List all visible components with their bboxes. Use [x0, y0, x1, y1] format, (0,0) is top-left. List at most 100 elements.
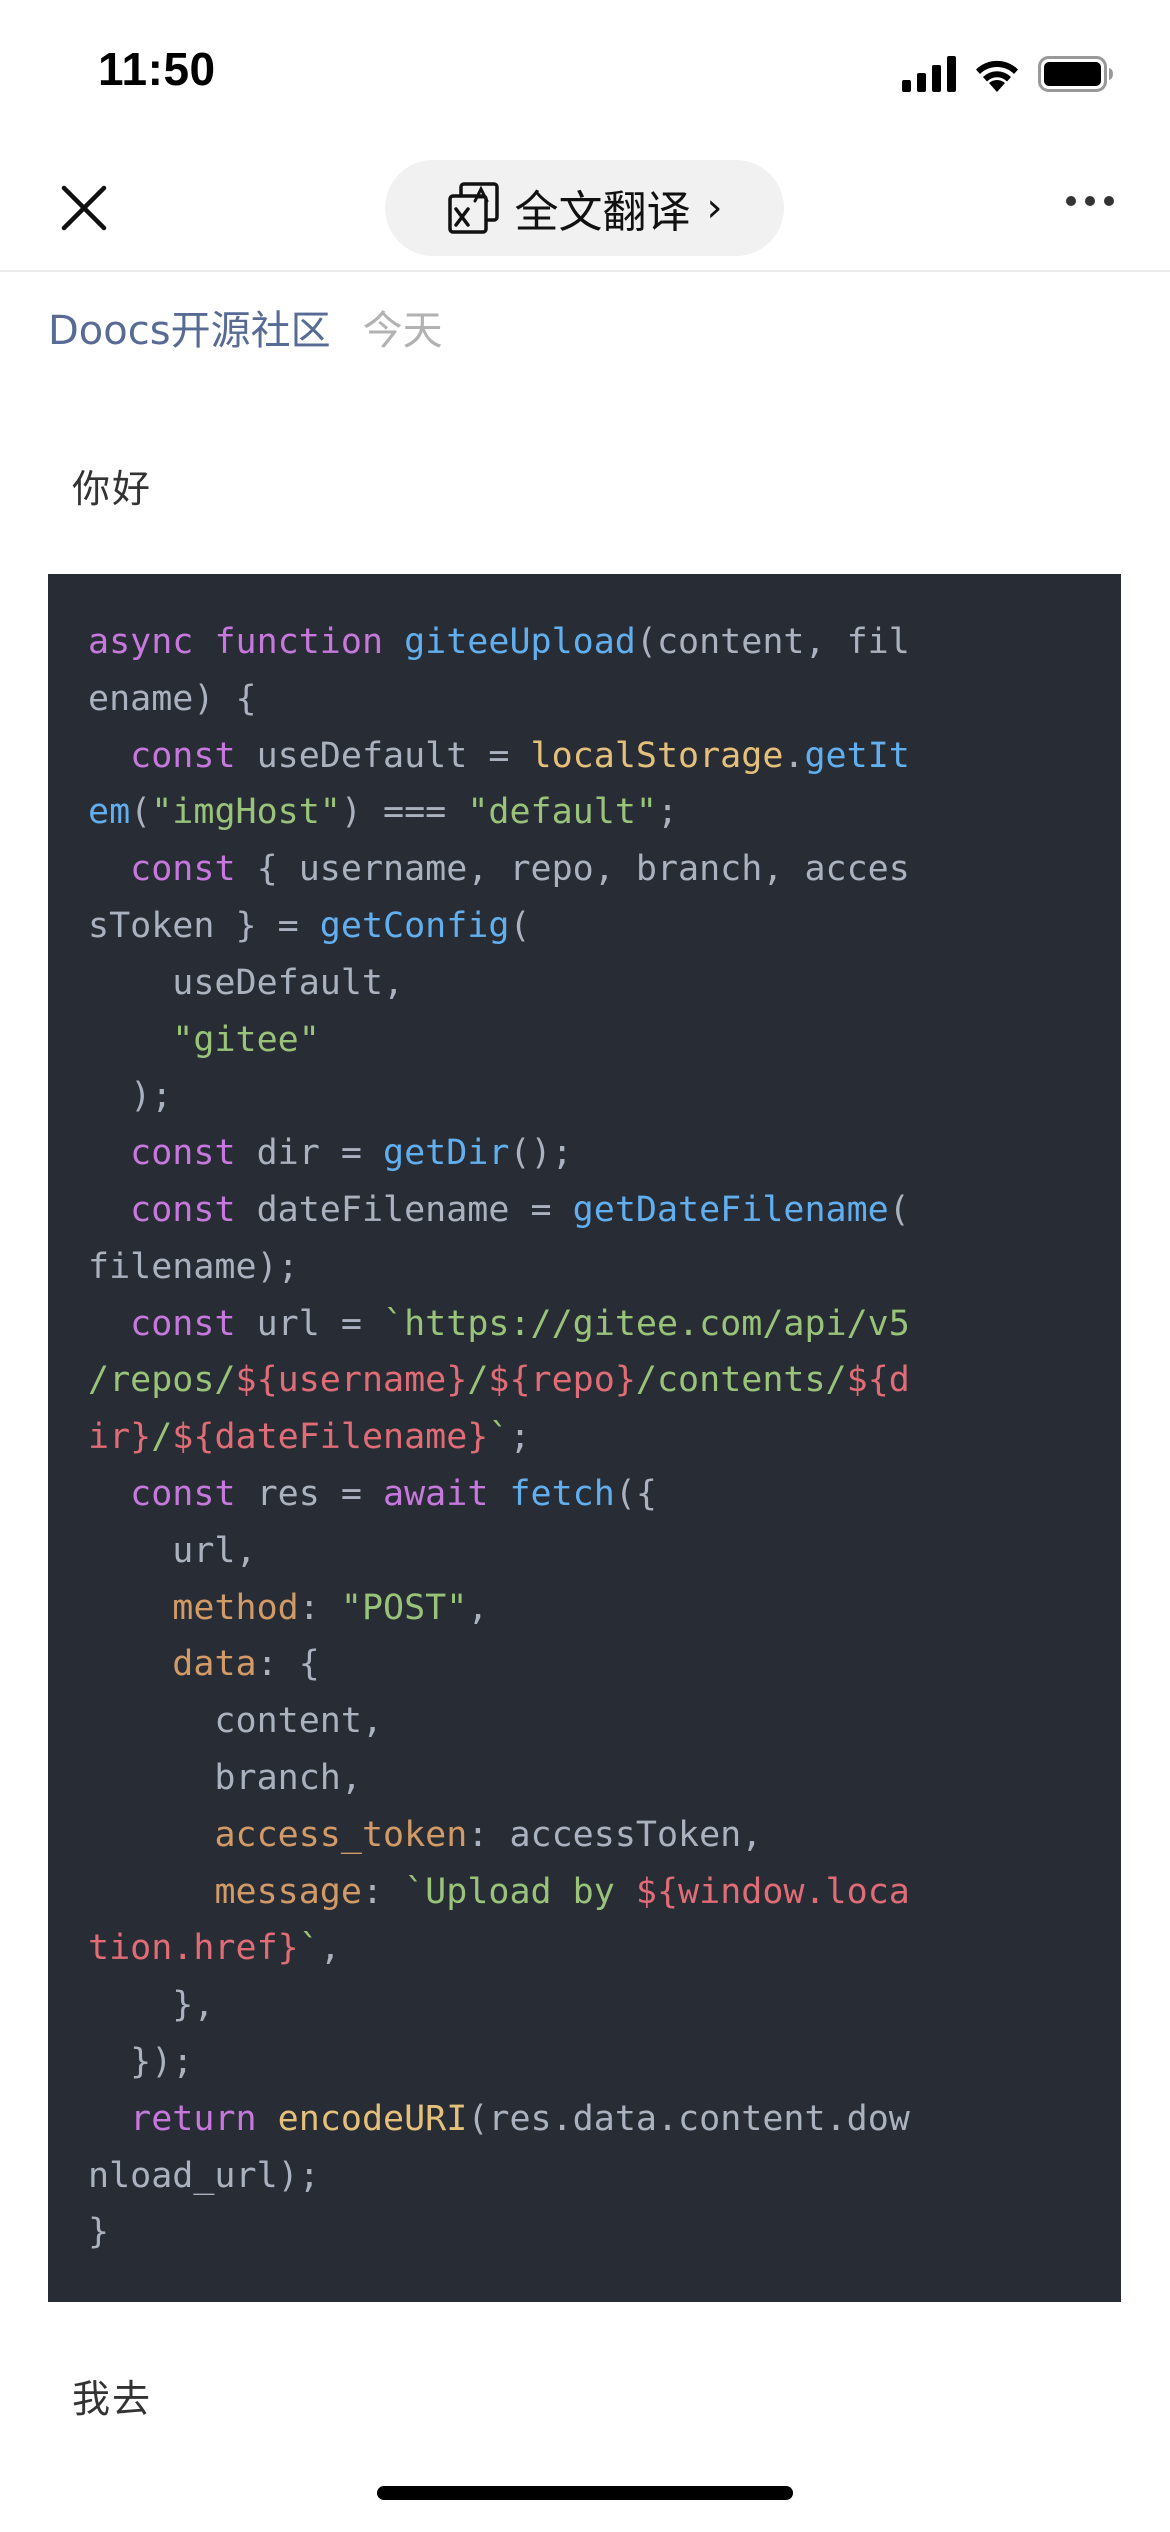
- code-line: message: `Upload by ${window.loca: [88, 1864, 1081, 1921]
- code-token: const: [130, 1189, 257, 1230]
- code-line: method: "POST",: [88, 1580, 1081, 1637]
- paragraph: 我去: [72, 2377, 153, 2421]
- code-token: /contents/: [635, 1360, 847, 1401]
- code-token: nload_url);: [88, 2155, 320, 2196]
- code-token: const: [130, 1133, 257, 1174]
- code-line: branch,: [88, 1750, 1081, 1807]
- code-token: ,: [467, 1587, 489, 1628]
- code-token: `: [488, 1417, 510, 1458]
- code-token: const: [130, 1303, 257, 1344]
- paragraph: 你好: [72, 467, 153, 511]
- code-token: }: [88, 2212, 110, 2253]
- code-token: ) ===: [340, 792, 468, 833]
- code-line: const url = `https://gitee.com/api/v5: [88, 1296, 1081, 1353]
- code-line: tion.href}`,: [88, 1920, 1081, 1977]
- code-token: ${repo}: [488, 1360, 636, 1401]
- code-token: /: [151, 1417, 173, 1458]
- code-token: (: [509, 905, 531, 946]
- code-token: (: [130, 792, 152, 833]
- article-screen: 11:50 全文翻译 › Doocs开源社区 今天 你好 async funct…: [0, 0, 1170, 2532]
- code-token: res =: [256, 1473, 384, 1514]
- code-line: },: [88, 1977, 1081, 2034]
- code-token: dateFilename =: [256, 1189, 573, 1230]
- code-token: ;: [509, 1417, 531, 1458]
- code-token: const: [130, 735, 257, 776]
- chevron-right-icon: ›: [706, 185, 723, 231]
- code-token: : accessToken,: [467, 1814, 763, 1855]
- code-token: ir}: [88, 1417, 152, 1458]
- code-token: `: [298, 1928, 320, 1969]
- code-token: tion.href}: [88, 1928, 299, 1969]
- code-line: ename) {: [88, 671, 1081, 728]
- code-token: getDateFilename: [572, 1189, 889, 1230]
- code-token: getIt: [804, 735, 910, 776]
- code-line: const useDefault = localStorage.getIt: [88, 728, 1081, 785]
- code-token: const: [130, 1473, 257, 1514]
- battery-icon: [1038, 56, 1113, 92]
- code-token: `Upload by: [404, 1871, 636, 1912]
- code-token: giteeUpload: [404, 622, 636, 662]
- status-time: 11:50: [98, 43, 216, 95]
- code-line: data: {: [88, 1636, 1081, 1693]
- author-link[interactable]: Doocs开源社区: [48, 298, 331, 356]
- publish-date: 今天: [362, 308, 443, 354]
- code-token: ,: [319, 1928, 341, 1969]
- code-token: dir =: [256, 1133, 384, 1174]
- more-button[interactable]: [1066, 196, 1114, 206]
- code-token: ;: [656, 792, 679, 833]
- code-token: ();: [509, 1133, 573, 1174]
- full-text-translate-button[interactable]: 全文翻译 ›: [385, 160, 784, 256]
- code-token: .: [783, 735, 805, 776]
- article-meta: Doocs开源社区 今天: [48, 298, 443, 356]
- code-block: async function giteeUpload(content, fil e…: [48, 574, 1121, 2302]
- code-token: const: [130, 849, 257, 890]
- code-token: /: [467, 1360, 489, 1401]
- code-line: "gitee": [88, 1012, 1081, 1069]
- code-token: async: [88, 622, 215, 662]
- code-line: useDefault,: [88, 955, 1081, 1012]
- code-token: ({: [614, 1473, 657, 1514]
- code-token: : {: [256, 1644, 320, 1685]
- code-line: const res = await fetch({: [88, 1466, 1081, 1523]
- code-line: const dir = getDir();: [88, 1125, 1081, 1182]
- more-icon: [1066, 196, 1076, 206]
- code-token: em: [88, 792, 131, 833]
- code-token: { username, repo, branch, acces: [256, 849, 910, 890]
- code-line: filename);: [88, 1239, 1081, 1296]
- code-token: `https://gitee.com/api/v5: [383, 1303, 910, 1344]
- code-line: em("imgHost") === "default";: [88, 784, 1081, 841]
- code-token: ${dateFilename}: [172, 1417, 489, 1458]
- code-token: (res.data.content.dow: [467, 2098, 910, 2139]
- code-token: ${username}: [235, 1360, 468, 1401]
- code-token: access_token: [214, 1814, 468, 1855]
- code-line: url,: [88, 1523, 1081, 1580]
- translate-label: 全文翻译: [514, 187, 691, 238]
- code-token: url =: [256, 1303, 384, 1344]
- code-token: getConfig: [319, 905, 510, 946]
- code-token: fetch: [509, 1473, 615, 1514]
- code-line: content,: [88, 1693, 1081, 1750]
- code-line: });: [88, 2034, 1081, 2091]
- wifi-icon: [976, 60, 1018, 92]
- code-token: useDefault,: [88, 962, 405, 1003]
- code-token: );: [88, 1076, 173, 1117]
- home-indicator: [377, 2486, 793, 2500]
- close-button[interactable]: [56, 180, 112, 236]
- code-line: sToken } = getConfig(: [88, 898, 1081, 955]
- code-token: await: [383, 1473, 510, 1514]
- code-token: url,: [88, 1530, 257, 1571]
- code-token: ${window.loca: [635, 1871, 910, 1912]
- code-line: }: [88, 2204, 1081, 2261]
- code-token: return: [130, 2098, 278, 2139]
- code-line: /repos/${username}/${repo}/contents/${d: [88, 1352, 1081, 1409]
- close-icon: [61, 185, 107, 231]
